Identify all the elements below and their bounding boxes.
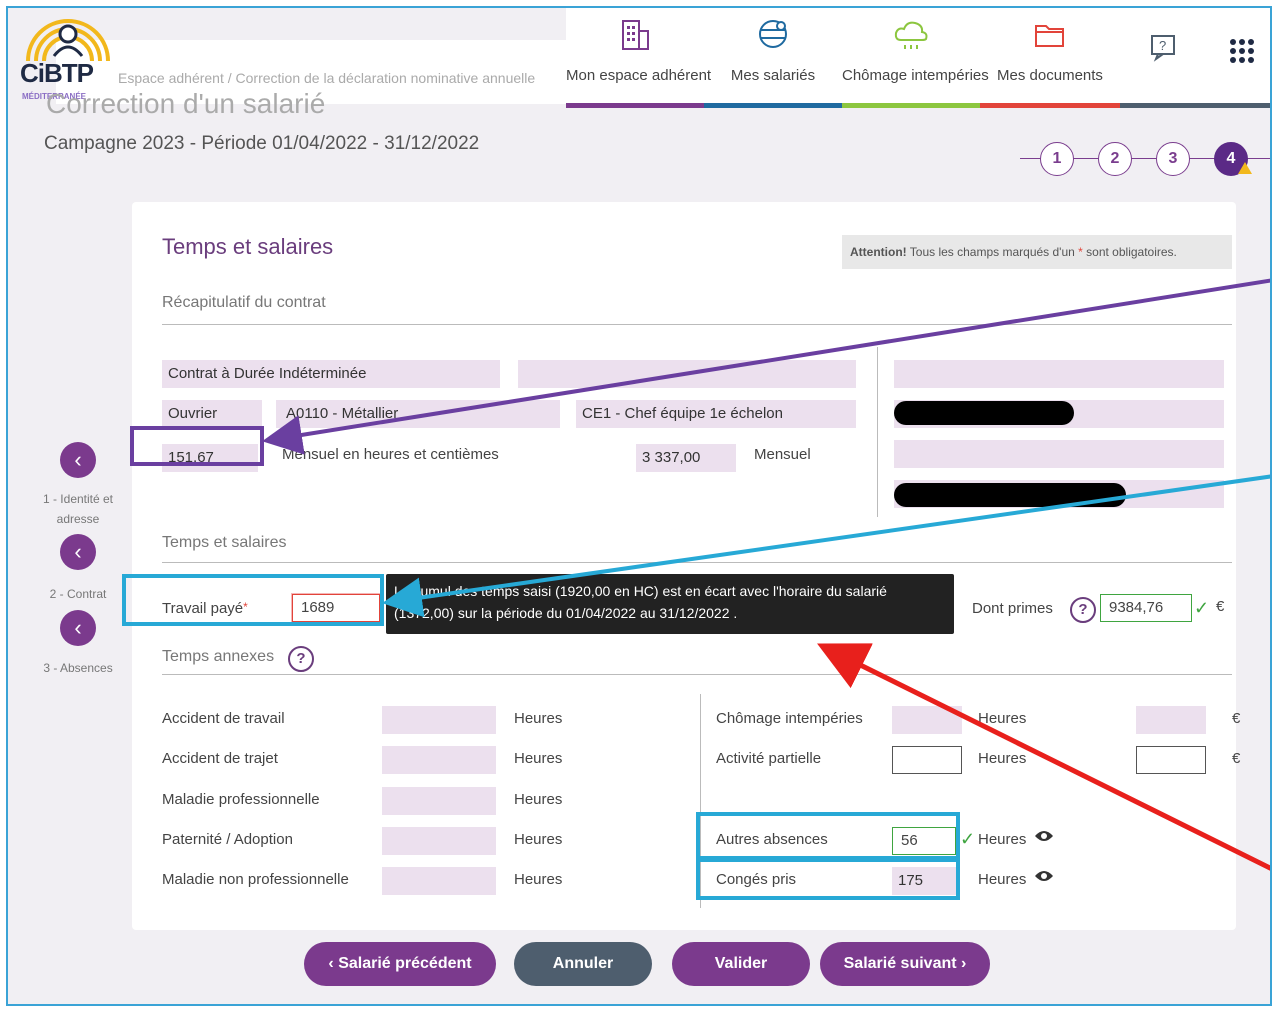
app-frame: Espace adhérent / Correction de la décla… <box>6 6 1272 1006</box>
annotation-arrows <box>262 278 1270 871</box>
arrow-purple <box>262 278 1270 455</box>
arrow-red <box>817 643 1270 871</box>
arrow-blue <box>382 474 1270 618</box>
